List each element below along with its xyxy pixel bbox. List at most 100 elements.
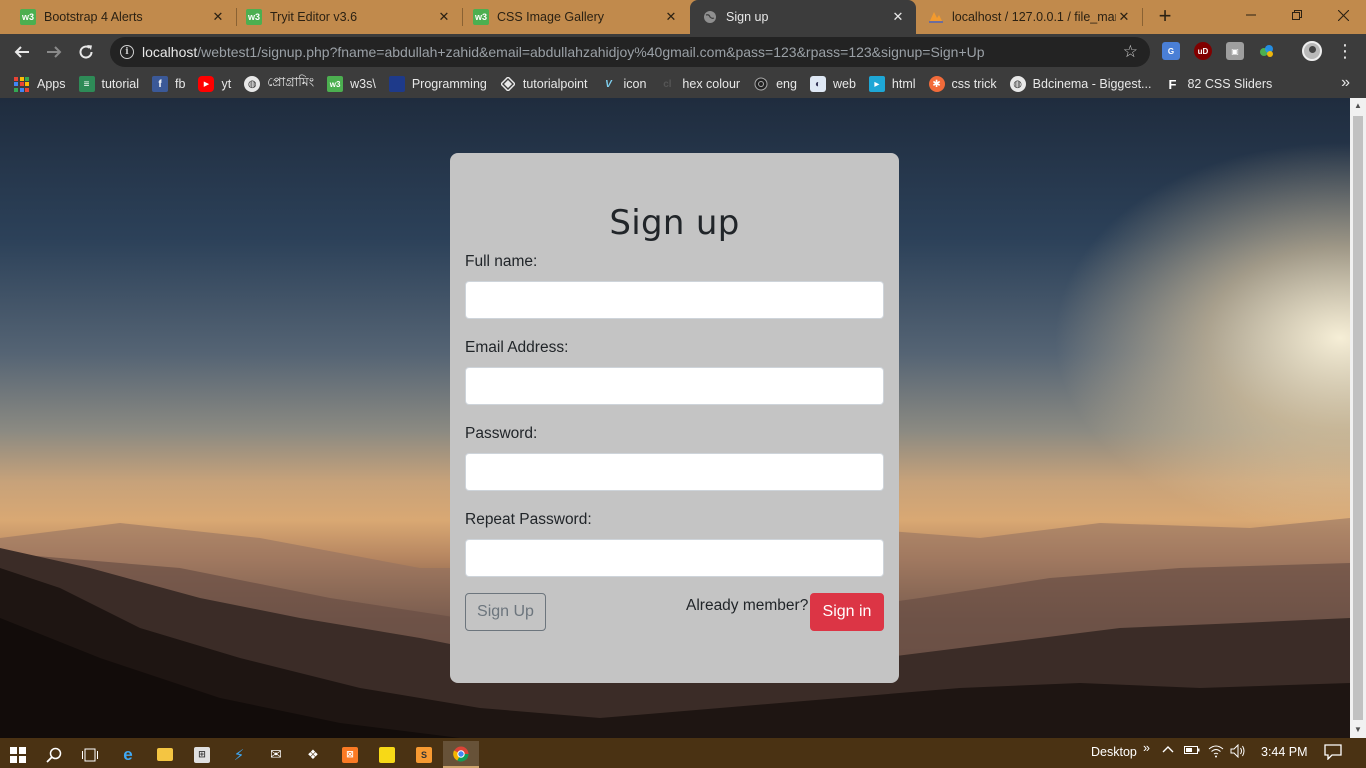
new-tab-button[interactable]: + (1152, 4, 1178, 30)
taskbar-chrome[interactable] (443, 741, 479, 768)
forward-button[interactable] (40, 38, 68, 66)
f-icon: F (1168, 76, 1177, 92)
start-button[interactable] (0, 741, 36, 768)
bookmark-bdcinema[interactable]: ◍ Bdcinema - Biggest... (1009, 76, 1151, 92)
menu-icon[interactable]: ⋮ (1336, 40, 1354, 64)
bookmark-fb[interactable]: f fb (152, 76, 185, 92)
desktop-toolbar-more[interactable]: » (1143, 741, 1150, 755)
volume-icon[interactable] (1230, 743, 1246, 761)
page-title: Sign up (609, 203, 740, 243)
search-icon (46, 747, 62, 763)
bookmark-programming-bn[interactable]: ◍ প্রোগ্রামিং (244, 74, 314, 94)
close-icon[interactable]: ✕ (1116, 9, 1132, 25)
globe-icon: ◍ (244, 76, 261, 92)
scroll-up-icon[interactable]: ▲ (1350, 98, 1366, 114)
close-icon[interactable]: ✕ (436, 9, 452, 25)
scrollbar-thumb[interactable] (1353, 116, 1363, 720)
edge-icon: e (123, 744, 133, 764)
full-name-input[interactable] (465, 281, 884, 319)
taskbar-sticky-notes[interactable] (369, 741, 405, 768)
profile-avatar[interactable] (1302, 41, 1322, 61)
close-icon[interactable]: ✕ (210, 9, 226, 25)
tab-css-image-gallery[interactable]: w3 CSS Image Gallery ✕ (453, 0, 689, 34)
taskbar-file-explorer[interactable] (147, 741, 183, 768)
email-input[interactable] (465, 367, 884, 405)
taskbar-app-bolt[interactable]: ⚡ (221, 741, 257, 768)
signup-button[interactable]: Sign Up (465, 593, 546, 631)
phpmyadmin-icon (928, 9, 944, 25)
sticky-notes-icon (379, 746, 395, 763)
reload-button[interactable] (72, 38, 100, 66)
reload-icon (79, 45, 93, 59)
bookmark-tutorial[interactable]: ≡ tutorial (78, 76, 139, 92)
signin-button[interactable]: Sign in (810, 593, 884, 631)
bookmarks-more-button[interactable]: » (1341, 74, 1350, 92)
tab-sign-up[interactable]: Sign up ✕ (690, 0, 916, 34)
bookmark-yt[interactable]: ▶ yt (198, 76, 231, 92)
bookmark-html[interactable]: ▸ html (868, 76, 916, 92)
web-icon: ◐ (809, 76, 826, 92)
repeat-password-input[interactable] (465, 539, 884, 577)
back-button[interactable] (8, 38, 36, 66)
page-scrollbar[interactable]: ▲ ▼ (1350, 98, 1366, 738)
bookmark-eng[interactable]: eng (753, 76, 797, 92)
tab-phpmyadmin[interactable]: localhost / 127.0.0.1 / file_man ✕ (916, 0, 1142, 34)
ublock-icon[interactable]: uD (1194, 42, 1212, 60)
clock-time[interactable]: 3:44 PM (1261, 745, 1308, 759)
notifications-icon[interactable] (1324, 744, 1342, 763)
store-icon: ⊞ (194, 746, 210, 763)
close-window-button[interactable] (1320, 0, 1366, 30)
password-input[interactable] (465, 453, 884, 491)
password-label: Password: (465, 425, 538, 442)
restore-button[interactable] (1274, 0, 1320, 30)
url-text: localhost/webtest1/signup.php?fname=abdu… (142, 44, 985, 60)
bookmark-programming[interactable]: Programming (388, 76, 487, 92)
tutorial-icon: ≡ (78, 76, 95, 92)
tab-separator (1142, 8, 1143, 26)
bookmarks-bar: Apps ≡ tutorial f fb ▶ yt ◍ প্রোগ্রামিং … (0, 70, 1366, 98)
task-view-icon (82, 748, 98, 761)
bolt-icon: ⚡ (233, 746, 245, 764)
wifi-icon[interactable] (1208, 744, 1224, 761)
tab-bootstrap-alerts[interactable]: w3 Bootstrap 4 Alerts ✕ (0, 0, 236, 34)
bookmark-star-icon[interactable]: ☆ (1123, 42, 1138, 62)
google-translate-icon[interactable]: G (1162, 42, 1180, 60)
bookmark-css-trick[interactable]: ✱ css trick (928, 76, 997, 92)
scroll-down-icon[interactable]: ▼ (1350, 722, 1366, 738)
close-icon[interactable]: ✕ (890, 9, 906, 25)
bookmark-icon[interactable]: V icon (600, 76, 646, 92)
tab-title: Bootstrap 4 Alerts (44, 10, 143, 24)
minimize-button[interactable] (1228, 0, 1274, 30)
close-icon[interactable]: ✕ (663, 9, 679, 25)
extension-icon[interactable]: ▣ (1226, 42, 1244, 60)
w3schools-icon: w3 (246, 9, 262, 25)
taskbar-edge[interactable]: e (110, 741, 146, 768)
taskbar-xampp[interactable]: ⊠ (332, 741, 368, 768)
signup-card: Sign up Full name: Email Address: Passwo… (450, 153, 899, 683)
chevron-up-icon[interactable] (1162, 744, 1174, 759)
bookmark-hex-colour[interactable]: cl hex colour (659, 76, 740, 92)
taskbar-sublime[interactable]: S (406, 741, 442, 768)
vuetify-icon: V (605, 78, 612, 90)
bookmark-w3s[interactable]: w3 w3s\ (327, 76, 376, 92)
battery-icon[interactable] (1184, 744, 1200, 759)
tab-tryit-editor[interactable]: w3 Tryit Editor v3.6 ✕ (226, 0, 462, 34)
bookmark-apps[interactable]: Apps (14, 76, 66, 92)
bookmark-tutorialpoint[interactable]: tutorialpoint (500, 76, 587, 92)
windows-taskbar: e ⊞ ⚡ ✉ ❖ ⊠ S Desktop » 3:44 PM (0, 738, 1366, 768)
task-view-button[interactable] (72, 741, 108, 768)
bookmark-web[interactable]: ◐ web (809, 76, 856, 92)
bookmark-css-sliders[interactable]: F 82 CSS Sliders (1164, 76, 1273, 92)
facebook-icon: f (152, 76, 169, 92)
globe-icon (702, 9, 718, 25)
desktop-toolbar-label[interactable]: Desktop (1091, 745, 1137, 759)
tab-title: Tryit Editor v3.6 (270, 10, 358, 24)
address-bar[interactable]: i localhost/webtest1/signup.php?fname=ab… (110, 37, 1150, 67)
taskbar-store[interactable]: ⊞ (184, 741, 220, 768)
info-icon[interactable]: i (120, 45, 134, 59)
taskbar-dropbox[interactable]: ❖ (295, 741, 331, 768)
color-picker-icon[interactable] (1258, 42, 1276, 60)
search-button[interactable] (36, 741, 72, 768)
taskbar-mail[interactable]: ✉ (258, 741, 294, 768)
tab-strip: w3 Bootstrap 4 Alerts ✕ w3 Tryit Editor … (0, 0, 1366, 34)
